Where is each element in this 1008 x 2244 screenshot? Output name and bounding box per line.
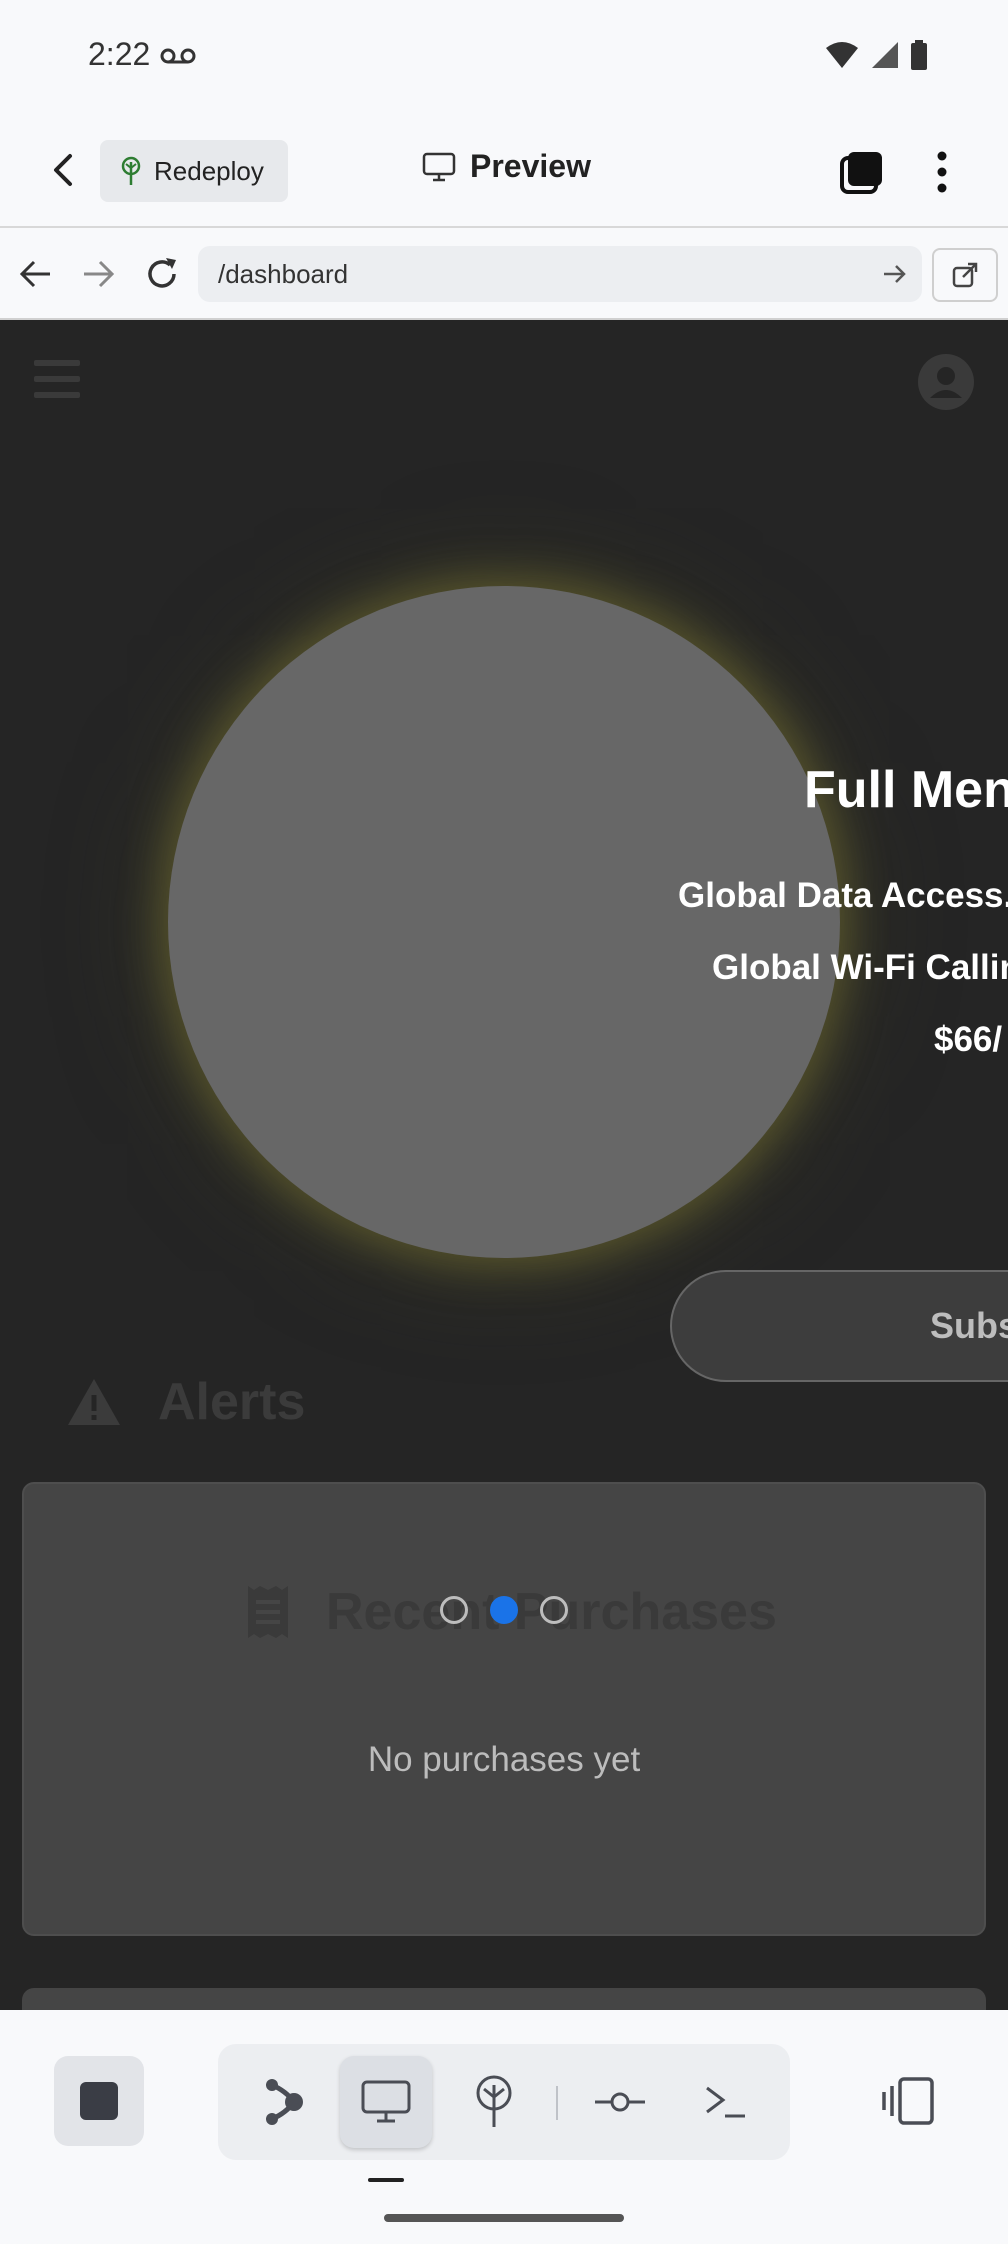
go-arrow-icon[interactable]: [880, 260, 908, 288]
plan-feature-wifi: Global Wi-Fi Callin: [712, 948, 1008, 987]
preview-tool-button[interactable]: [340, 2056, 432, 2148]
carousel-dot[interactable]: [440, 1596, 468, 1624]
terminal-icon: [706, 2086, 745, 2118]
back-arrow-icon[interactable]: [44, 150, 84, 190]
subscribe-button[interactable]: Subs: [670, 1270, 1008, 1382]
agent-nodes-icon: [266, 2079, 303, 2125]
monitor-icon: [422, 152, 456, 181]
next-card: [22, 1988, 986, 2010]
deploy-tool-button[interactable]: [448, 2056, 540, 2148]
browser-back-icon[interactable]: [14, 252, 58, 296]
recent-purchases-card: Recent Purchases No purchases yet: [22, 1482, 986, 1936]
user-avatar-icon[interactable]: [918, 354, 974, 410]
hamburger-menu-icon[interactable]: [34, 360, 80, 400]
battery-icon: [911, 40, 927, 70]
web-preview-viewport: Full Men Global Data Access. Global Wi-F…: [0, 320, 1008, 2010]
tabs-switcher-icon[interactable]: [838, 148, 886, 196]
cell-signal-icon: [872, 42, 898, 68]
app-header: Redeploy Preview: [0, 114, 1008, 228]
plan-visual-circle: [168, 586, 840, 1258]
toolbar-divider: [556, 2086, 558, 2120]
tool-group: [218, 2044, 790, 2160]
reload-icon[interactable]: [140, 252, 184, 296]
url-input[interactable]: [198, 246, 922, 302]
wifi-icon: [826, 42, 858, 68]
shell-tool-button[interactable]: [680, 2056, 772, 2148]
plan-title: Full Men: [804, 761, 1008, 819]
alerts-section: Alerts: [66, 1372, 305, 1432]
git-commit-icon: [595, 2092, 645, 2112]
warning-icon: [68, 1379, 120, 1425]
receipt-icon: [248, 1586, 288, 1638]
device-frame-icon[interactable]: [880, 2076, 936, 2126]
page-title: Preview: [470, 148, 591, 184]
active-tab-indicator: [368, 2178, 404, 2182]
status-bar: 2:22: [0, 0, 1008, 114]
browser-forward-icon[interactable]: [76, 252, 120, 296]
carousel-dot-active[interactable]: [490, 1596, 518, 1624]
stop-icon: [80, 2082, 118, 2120]
monitor-icon: [361, 2080, 411, 2123]
plan-feature-data: Global Data Access.: [678, 876, 1008, 915]
status-time: 2:22: [88, 36, 151, 72]
carousel-pagination: [440, 1596, 568, 1624]
preview-title: Preview: [422, 148, 591, 185]
deploy-tree-icon: [121, 156, 141, 185]
voicemail-icon: [160, 48, 196, 64]
alerts-heading: Alerts: [158, 1373, 306, 1431]
git-tool-button[interactable]: [574, 2056, 666, 2148]
redeploy-button[interactable]: Redeploy: [100, 140, 288, 202]
open-external-button[interactable]: [932, 248, 998, 302]
deploy-tree-icon: [476, 2075, 512, 2127]
bottom-toolbar: [0, 2010, 1008, 2244]
carousel-dot[interactable]: [540, 1596, 568, 1624]
home-gesture-bar[interactable]: [384, 2214, 624, 2222]
external-link-icon: [952, 262, 978, 288]
agent-tool-button[interactable]: [238, 2056, 330, 2148]
purchases-empty-message: No purchases yet: [367, 1740, 641, 1779]
plan-price: $66/: [934, 1020, 1003, 1059]
redeploy-label: Redeploy: [154, 155, 264, 186]
more-options-icon[interactable]: [924, 148, 960, 196]
browser-toolbar: [0, 228, 1008, 320]
stop-button[interactable]: [54, 2056, 144, 2146]
